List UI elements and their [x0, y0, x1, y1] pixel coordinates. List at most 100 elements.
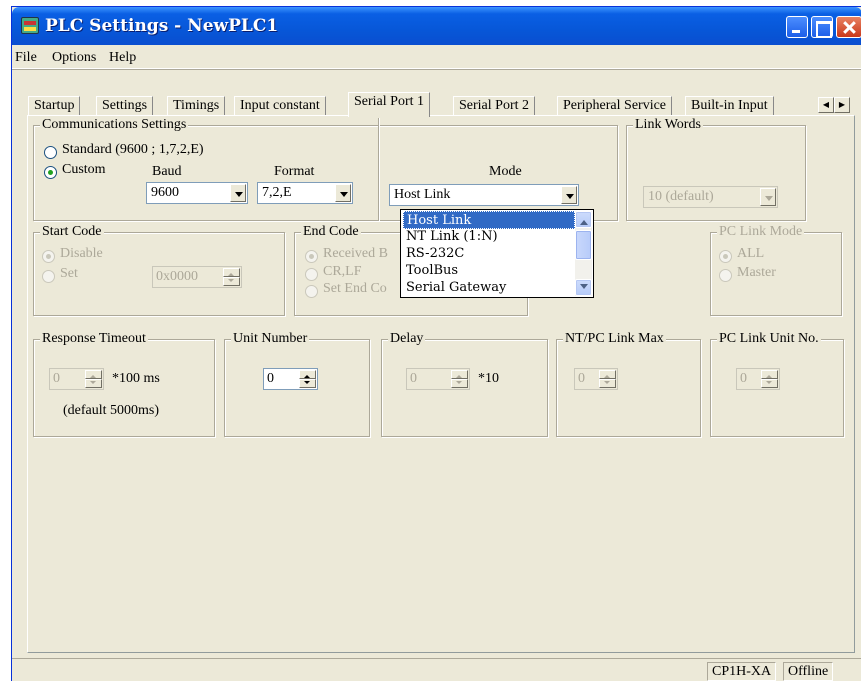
pc-link-all-label: ALL — [737, 246, 765, 261]
delay-unit: *10 — [478, 371, 499, 386]
mode-option-toolbus[interactable]: ToolBus — [403, 262, 575, 280]
delay-spinner[interactable]: 0 — [406, 368, 470, 390]
pc-link-unit-no-group: PC Link Unit No. 0 — [710, 330, 844, 437]
menu-options[interactable]: Options — [52, 50, 96, 66]
standard-label: Standard (9600 ; 1,7,2,E) — [62, 142, 204, 157]
response-timeout-group: Response Timeout 0 *100 ms (default 5000… — [33, 330, 215, 437]
pc-link-unit-no-value: 0 — [740, 371, 747, 386]
unit-number-spinner[interactable]: 0 — [263, 368, 318, 390]
custom-radio[interactable] — [44, 166, 57, 179]
spin-up-icon[interactable] — [299, 370, 316, 379]
pc-link-unit-no-label: PC Link Unit No. — [717, 330, 821, 348]
nt-pc-link-max-label: NT/PC Link Max — [563, 330, 666, 348]
start-disable-label: Disable — [60, 246, 103, 261]
tab-settings[interactable]: Settings — [96, 96, 154, 116]
baud-select[interactable]: 9600 — [146, 182, 248, 204]
tab-input-constant[interactable]: Input constant — [234, 96, 326, 116]
pc-link-unit-no-spinner[interactable]: 0 — [736, 368, 780, 390]
spin-down-icon[interactable] — [85, 379, 102, 388]
unit-number-group: Unit Number 0 — [224, 330, 370, 437]
start-set-label: Set — [60, 266, 78, 281]
format-select[interactable]: 7,2,E — [257, 182, 353, 204]
delay-value: 0 — [410, 371, 417, 386]
chevron-down-icon[interactable] — [561, 186, 577, 204]
start-code-label: Start Code — [40, 223, 104, 241]
tab-strip: Startup Settings Timings Input constant … — [12, 91, 861, 117]
scroll-down-icon[interactable] — [575, 279, 592, 296]
spin-up-icon[interactable] — [761, 370, 778, 379]
nt-pc-link-max-value: 0 — [578, 371, 585, 386]
format-label: Format — [274, 164, 315, 179]
spin-down-icon[interactable] — [223, 277, 240, 286]
end-crlf-label: CR,LF — [323, 264, 362, 279]
link-words-value: 10 (default) — [648, 189, 714, 204]
link-words-select[interactable]: 10 (default) — [643, 186, 778, 208]
tab-scroll-right-icon[interactable]: ▶ — [834, 97, 850, 113]
serial-port-1-panel: Communications Settings Standard (9600 ;… — [27, 115, 855, 653]
pc-link-mode-group: PC Link Mode ALL Master — [710, 223, 842, 316]
mode-divider — [378, 118, 379, 221]
custom-label: Custom — [62, 162, 106, 177]
tab-scroll-left-icon[interactable]: ◀ — [818, 97, 834, 113]
link-words-label: Link Words — [633, 116, 703, 134]
standard-radio[interactable] — [44, 146, 57, 159]
tab-peripheral-service[interactable]: Peripheral Service — [557, 96, 673, 116]
start-set-radio[interactable] — [42, 270, 55, 283]
mode-select[interactable]: Host Link — [389, 184, 579, 206]
spin-up-icon[interactable] — [451, 370, 468, 379]
spin-down-icon[interactable] — [299, 379, 316, 388]
end-crlf-radio[interactable] — [305, 268, 318, 281]
format-value: 7,2,E — [262, 185, 292, 200]
scroll-thumb[interactable] — [575, 230, 592, 260]
mode-label: Mode — [489, 164, 522, 179]
plc-settings-window: PLC Settings - NewPLC1 File Options Help… — [11, 6, 861, 681]
start-code-group: Start Code Disable Set 0x0000 — [33, 223, 285, 316]
pc-link-all-radio[interactable] — [719, 250, 732, 263]
mode-option-rs232c[interactable]: RS-232C — [403, 245, 575, 263]
end-received-radio[interactable] — [305, 250, 318, 263]
close-button[interactable] — [836, 16, 861, 38]
start-disable-radio[interactable] — [42, 250, 55, 263]
response-timeout-spinner[interactable]: 0 — [49, 368, 104, 390]
communications-settings-label: Communications Settings — [40, 116, 189, 134]
spin-up-icon[interactable] — [599, 370, 616, 379]
chevron-down-icon[interactable] — [230, 184, 246, 202]
status-bar: CP1H-XA Offline — [12, 658, 861, 681]
spin-up-icon[interactable] — [85, 370, 102, 379]
nt-pc-link-max-spinner[interactable]: 0 — [574, 368, 618, 390]
response-timeout-unit: *100 ms — [112, 371, 160, 386]
menu-file[interactable]: File — [15, 50, 37, 66]
start-code-value: 0x0000 — [156, 269, 198, 284]
mode-option-nt-link[interactable]: NT Link (1:N) — [403, 228, 575, 246]
tab-built-in-input[interactable]: Built-in Input — [685, 96, 774, 116]
spin-down-icon[interactable] — [451, 379, 468, 388]
chevron-down-icon[interactable] — [760, 188, 776, 206]
dropdown-scrollbar[interactable] — [575, 211, 592, 296]
spin-up-icon[interactable] — [223, 268, 240, 277]
menu-help[interactable]: Help — [109, 50, 136, 66]
maximize-button[interactable] — [811, 16, 833, 38]
minimize-button[interactable] — [786, 16, 808, 38]
pc-link-master-label: Master — [737, 265, 776, 280]
tab-serial-port-1[interactable]: Serial Port 1 — [348, 92, 430, 117]
tab-serial-port-2[interactable]: Serial Port 2 — [453, 96, 535, 116]
scroll-up-icon[interactable] — [575, 211, 592, 228]
nt-pc-link-max-group: NT/PC Link Max 0 — [556, 330, 701, 437]
menu-bar: File Options Help — [12, 47, 861, 69]
end-set-radio[interactable] — [305, 285, 318, 298]
tab-startup[interactable]: Startup — [28, 96, 81, 116]
spin-down-icon[interactable] — [761, 379, 778, 388]
start-code-spinner[interactable]: 0x0000 — [152, 266, 242, 288]
mode-option-host-link[interactable]: Host Link — [403, 211, 575, 229]
mode-option-serial-gateway[interactable]: Serial Gateway — [403, 279, 575, 297]
status-state: Offline — [783, 662, 834, 681]
link-words-group: Link Words 10 (default) — [626, 116, 806, 221]
spin-down-icon[interactable] — [599, 379, 616, 388]
chevron-down-icon[interactable] — [335, 184, 351, 202]
end-set-label: Set End Co — [323, 281, 387, 296]
title-bar[interactable]: PLC Settings - NewPLC1 — [12, 7, 861, 45]
tab-timings[interactable]: Timings — [167, 96, 226, 116]
unit-number-value: 0 — [267, 371, 274, 386]
baud-value: 9600 — [151, 185, 179, 200]
pc-link-master-radio[interactable] — [719, 269, 732, 282]
